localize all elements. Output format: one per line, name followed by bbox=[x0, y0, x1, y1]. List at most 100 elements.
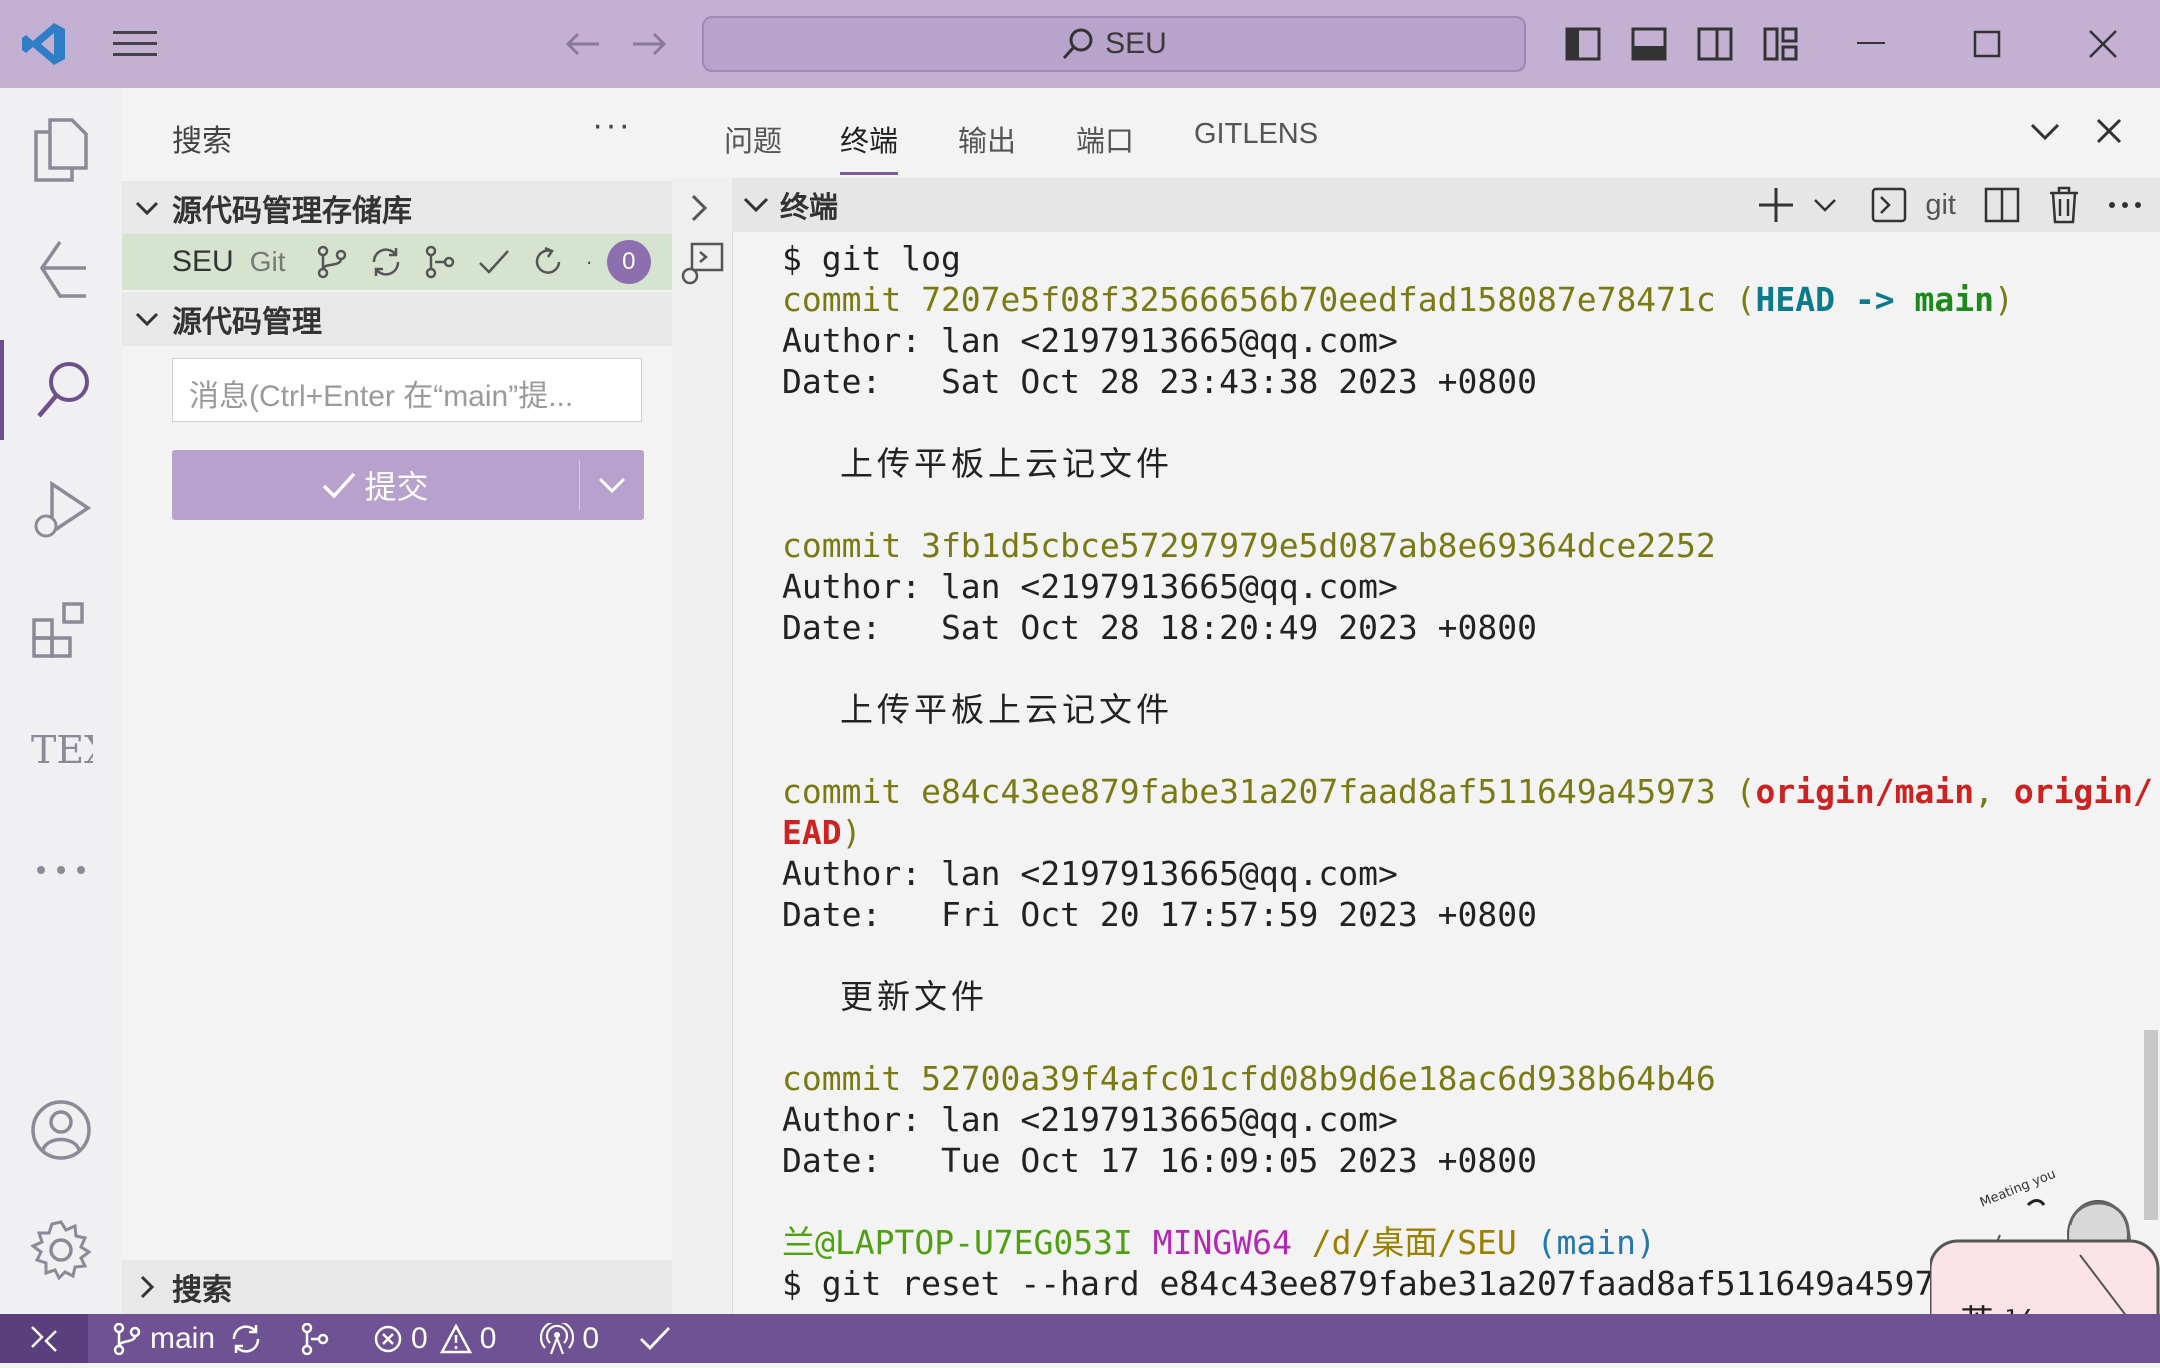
split-terminal-icon[interactable] bbox=[1984, 187, 2020, 223]
chevron-down-icon[interactable] bbox=[2030, 122, 2060, 147]
explorer-icon[interactable] bbox=[0, 100, 122, 200]
chevron-down-icon[interactable] bbox=[732, 196, 780, 214]
panel: 问题 终端 输出 端口 GITLENS 终端 git $ git logcom bbox=[672, 88, 2160, 1314]
tex-icon[interactable]: TEX bbox=[0, 700, 122, 800]
terminal-line: Date: Sat Oct 28 18:20:49 2023 +0800 bbox=[782, 608, 1537, 647]
terminal-line: commit 52700a39f4afc01cfd08b9d6e18ac6d93… bbox=[782, 1059, 1716, 1098]
tab-ports[interactable]: 端口 bbox=[1076, 118, 1134, 160]
terminal-header: 终端 git bbox=[732, 178, 2160, 232]
branch-icon bbox=[113, 1322, 141, 1355]
run-debug-icon[interactable] bbox=[0, 460, 122, 560]
toggle-secondary-sidebar-icon[interactable] bbox=[1692, 24, 1738, 64]
settings-gear-icon[interactable] bbox=[0, 1200, 122, 1300]
tab-problems[interactable]: 问题 bbox=[724, 118, 782, 160]
repo-type: Git bbox=[249, 246, 286, 277]
chevron-down-icon bbox=[122, 200, 172, 216]
tab-terminal[interactable]: 终端 bbox=[840, 118, 899, 175]
chevron-right-icon[interactable] bbox=[690, 194, 708, 227]
title-bar: SEU bbox=[0, 0, 2160, 89]
tab-output[interactable]: 输出 bbox=[958, 118, 1016, 160]
branch-name: main bbox=[150, 1321, 216, 1355]
terminal-line: Author: lan <2197913665@qq.com> bbox=[782, 1100, 1398, 1139]
chevron-right-icon bbox=[122, 1275, 172, 1299]
branch-icon[interactable] bbox=[315, 245, 349, 279]
menu-icon[interactable] bbox=[110, 24, 160, 64]
terminal-line: commit 3fb1d5cbce57297979e5d087ab8e69364… bbox=[782, 526, 1716, 565]
chevron-down-icon bbox=[122, 311, 172, 327]
search-icon bbox=[1063, 28, 1093, 60]
terminal-line: 更新文件 bbox=[782, 977, 988, 1016]
error-count: 0 bbox=[411, 1321, 428, 1355]
close-panel-icon[interactable] bbox=[2096, 118, 2122, 149]
chevron-down-icon[interactable] bbox=[1813, 197, 1837, 213]
source-control-graph-icon[interactable] bbox=[0, 220, 122, 320]
extensions-icon[interactable] bbox=[0, 580, 122, 680]
sync-status-icon[interactable] bbox=[229, 1322, 263, 1356]
terminal-line: Author: lan <2197913665@qq.com> bbox=[782, 567, 1398, 606]
search-icon[interactable] bbox=[0, 340, 122, 440]
more-actions-icon[interactable] bbox=[2108, 201, 2142, 209]
ports-status[interactable]: 0 bbox=[540, 1322, 599, 1356]
more-views-icon[interactable] bbox=[0, 820, 122, 920]
section-search-label: 搜索 bbox=[172, 1274, 232, 1307]
toggle-panel-icon[interactable] bbox=[1626, 24, 1672, 64]
terminal-line: Author: lan <2197913665@qq.com> bbox=[782, 321, 1398, 360]
commit-check-icon[interactable] bbox=[477, 245, 511, 279]
more-actions-icon[interactable]: ··· bbox=[592, 106, 632, 145]
branch-status[interactable]: main bbox=[112, 1322, 215, 1356]
close-window-icon[interactable] bbox=[2078, 24, 2128, 64]
terminal-line: 上传平板上云记文件 bbox=[782, 444, 1173, 483]
terminal-line: 上传平板上云记文件 bbox=[782, 690, 1173, 729]
sidebar: 搜索 ··· 源代码管理存储库 SEU Git · 0 源代码管理 消息(Ctr… bbox=[122, 88, 673, 1314]
refresh-icon[interactable] bbox=[531, 245, 565, 279]
toggle-primary-sidebar-icon[interactable] bbox=[1560, 24, 1606, 64]
repo-row[interactable]: SEU Git · 0 bbox=[122, 234, 672, 290]
terminal-line: commit e84c43ee879fabe31a207faad8af51164… bbox=[782, 772, 2152, 811]
commit-button[interactable]: 提交 bbox=[172, 450, 644, 520]
terminal-line: commit 7207e5f08f32566656b70eedfad158087… bbox=[782, 280, 2014, 319]
changes-count-badge: 0 bbox=[606, 240, 651, 284]
sync-icon[interactable] bbox=[369, 245, 403, 279]
terminal-shell-name[interactable]: git bbox=[1925, 189, 1956, 222]
forward-arrow-icon[interactable] bbox=[624, 24, 674, 64]
terminal-line: $ git log bbox=[782, 239, 961, 278]
commit-button-label: 提交 bbox=[364, 469, 429, 505]
tab-gitlens[interactable]: GITLENS bbox=[1194, 118, 1318, 151]
terminal-title: 终端 bbox=[780, 192, 839, 224]
search-text: SEU bbox=[1105, 27, 1167, 60]
customize-layout-icon[interactable] bbox=[1758, 24, 1804, 64]
svg-text:Meating you: Meating you bbox=[1978, 1167, 2058, 1211]
graph-icon[interactable] bbox=[423, 245, 457, 279]
warning-icon bbox=[439, 1323, 472, 1353]
broadcast-icon bbox=[540, 1322, 575, 1354]
section-search[interactable]: 搜索 bbox=[122, 1260, 672, 1314]
check-status-icon[interactable] bbox=[639, 1325, 671, 1353]
terminal-shell-icon bbox=[1872, 187, 1907, 223]
terminal-debug-icon[interactable] bbox=[680, 242, 724, 291]
terminal-line: Date: Fri Oct 20 17:57:59 2023 +0800 bbox=[782, 895, 1537, 934]
command-center-search[interactable]: SEU bbox=[702, 16, 1526, 72]
section-repositories-label: 源代码管理存储库 bbox=[172, 195, 412, 228]
svg-text:TEX: TEX bbox=[31, 728, 93, 772]
kill-terminal-trash-icon[interactable] bbox=[2048, 186, 2080, 224]
git-graph-status-icon[interactable] bbox=[299, 1322, 331, 1355]
remote-indicator-icon[interactable] bbox=[0, 1314, 88, 1363]
problems-status[interactable]: 0 0 bbox=[373, 1322, 496, 1356]
commit-message-input[interactable]: 消息(Ctrl+Enter 在“main”提... bbox=[172, 358, 642, 422]
section-repositories[interactable]: 源代码管理存储库 bbox=[122, 181, 672, 235]
section-source-control[interactable]: 源代码管理 bbox=[122, 292, 672, 346]
commit-dropdown-chevron-icon[interactable] bbox=[580, 476, 644, 494]
more-dot-icon[interactable]: · bbox=[585, 249, 592, 275]
back-arrow-icon[interactable] bbox=[558, 24, 608, 64]
account-icon[interactable] bbox=[0, 1080, 122, 1180]
warning-count: 0 bbox=[479, 1321, 497, 1355]
new-terminal-plus-icon[interactable] bbox=[1757, 186, 1795, 224]
activity-bar: TEX bbox=[0, 88, 122, 1314]
minimize-icon[interactable] bbox=[1846, 24, 1896, 64]
maximize-icon[interactable] bbox=[1962, 24, 2012, 64]
ports-count: 0 bbox=[582, 1321, 600, 1355]
